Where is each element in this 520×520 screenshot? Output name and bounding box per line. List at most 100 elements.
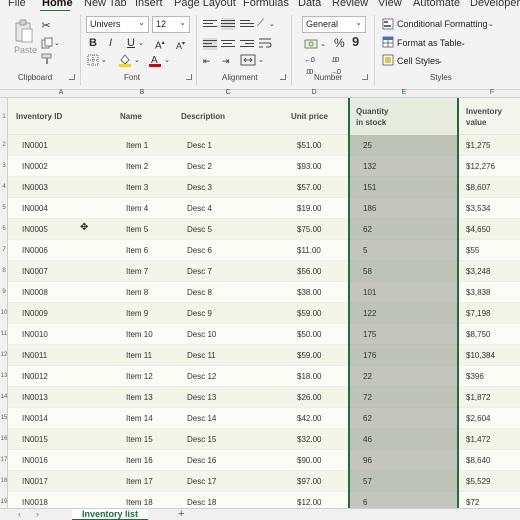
cell-description[interactable]: Desc 6: [187, 246, 212, 255]
cell-inventory-id[interactable]: IN0005: [22, 225, 48, 234]
cell-description[interactable]: Desc 15: [187, 435, 216, 444]
cell-quantity[interactable]: 62: [363, 414, 372, 423]
cell-unit-price[interactable]: $38.00: [297, 288, 321, 297]
row-header[interactable]: 2: [0, 142, 8, 148]
copy-icon[interactable]: [41, 37, 53, 49]
row-header[interactable]: 7: [0, 247, 8, 253]
row-header[interactable]: 14: [0, 394, 8, 400]
alignment-launcher-icon[interactable]: [280, 74, 286, 80]
clipboard-launcher-icon[interactable]: [69, 74, 75, 80]
cell-name[interactable]: Item 13: [126, 393, 153, 402]
cell-inventory-value[interactable]: $3,534: [466, 204, 490, 213]
cell-inventory-id[interactable]: IN0009: [22, 309, 48, 318]
cell-quantity[interactable]: 176: [363, 351, 376, 360]
cell-unit-price[interactable]: $93.00: [297, 162, 321, 171]
cell-name[interactable]: Item 12: [126, 372, 153, 381]
chevron-down-icon[interactable]: ⌄: [54, 38, 60, 50]
cell-inventory-id[interactable]: IN0016: [22, 456, 48, 465]
cell-name[interactable]: Item 5: [126, 225, 148, 234]
header-inventory-value-line1[interactable]: Inventory: [466, 107, 502, 117]
cell-inventory-value[interactable]: $3,248: [466, 267, 490, 276]
cell-description[interactable]: Desc 18: [187, 498, 216, 507]
decrease-indent-icon[interactable]: ⇤: [203, 55, 211, 67]
align-center-icon[interactable]: [221, 38, 235, 50]
cell-inventory-value[interactable]: $10,384: [466, 351, 495, 360]
fill-color-icon[interactable]: [118, 53, 132, 67]
row-header[interactable]: 11: [0, 331, 8, 337]
cell-unit-price[interactable]: $57.00: [297, 183, 321, 192]
underline-button[interactable]: U: [127, 37, 135, 49]
cell-name[interactable]: Item 8: [126, 288, 148, 297]
cell-quantity[interactable]: 151: [363, 183, 376, 192]
cell-inventory-value[interactable]: $3,838: [466, 288, 490, 297]
font-launcher-icon[interactable]: [186, 74, 192, 80]
cell-description[interactable]: Desc 4: [187, 204, 212, 213]
tab-developer[interactable]: Developer: [470, 0, 520, 9]
chevron-down-icon[interactable]: ⌄: [138, 38, 144, 50]
cell-name[interactable]: Item 14: [126, 414, 153, 423]
cell-quantity[interactable]: 62: [363, 225, 372, 234]
tab-page-layout[interactable]: Page Layout: [174, 0, 236, 9]
cell-description[interactable]: Desc 10: [187, 330, 216, 339]
cell-inventory-id[interactable]: IN0006: [22, 246, 48, 255]
cell-quantity[interactable]: 96: [363, 456, 372, 465]
cell-inventory-value[interactable]: $1,472: [466, 435, 490, 444]
cell-quantity[interactable]: 175: [363, 330, 376, 339]
cell-inventory-value[interactable]: $1,275: [466, 141, 490, 150]
number-format-dropdown[interactable]: General ⌄: [302, 16, 366, 33]
cell-description[interactable]: Desc 5: [187, 225, 212, 234]
cell-inventory-value[interactable]: $4,650: [466, 225, 490, 234]
tab-new-tab[interactable]: New Tab: [84, 0, 127, 9]
align-left-icon[interactable]: [203, 38, 217, 50]
row-header[interactable]: 8: [0, 268, 8, 274]
cell-quantity[interactable]: 72: [363, 393, 372, 402]
tab-file[interactable]: File: [8, 0, 26, 9]
tab-formulas[interactable]: Formulas: [243, 0, 289, 9]
cell-quantity[interactable]: 186: [363, 204, 376, 213]
cell-unit-price[interactable]: $56.00: [297, 267, 321, 276]
header-description[interactable]: Description: [181, 112, 225, 122]
header-inventory-value-line2[interactable]: value: [466, 118, 486, 128]
column-header-e[interactable]: E: [398, 89, 410, 96]
cell-inventory-value[interactable]: $8,750: [466, 330, 490, 339]
header-quantity-cell[interactable]: Quantity in stock: [348, 98, 459, 135]
cell-quantity[interactable]: 46: [363, 435, 372, 444]
chevron-down-icon[interactable]: ⌄: [101, 55, 107, 67]
increase-font-icon[interactable]: A▴: [155, 37, 165, 52]
decrease-font-icon[interactable]: A▾: [176, 38, 185, 52]
cell-quantity[interactable]: 25: [363, 141, 372, 150]
cell-unit-price[interactable]: $50.00: [297, 330, 321, 339]
chevron-down-icon[interactable]: ⌄: [164, 55, 170, 67]
row-header[interactable]: 10: [0, 310, 8, 316]
worksheet-grid[interactable]: Inventory ID Name Description Unit price…: [8, 98, 520, 508]
cell-inventory-id[interactable]: IN0010: [22, 330, 48, 339]
tab-review[interactable]: Review: [332, 0, 368, 9]
align-right-icon[interactable]: [240, 38, 254, 50]
cell-inventory-value[interactable]: $72: [466, 498, 479, 507]
tab-view[interactable]: View: [378, 0, 402, 9]
scroll-sheets-left-icon[interactable]: ‹: [18, 509, 21, 519]
chevron-down-icon[interactable]: ⌄: [269, 19, 275, 31]
cell-name[interactable]: Item 18: [126, 498, 153, 507]
font-size-dropdown[interactable]: 12 ⌄: [152, 16, 190, 33]
comma-style-button[interactable]: 9: [352, 35, 359, 48]
cell-unit-price[interactable]: $42.00: [297, 414, 321, 423]
italic-button[interactable]: I: [109, 37, 112, 49]
tab-home[interactable]: Home: [42, 0, 73, 9]
format-painter-icon[interactable]: [41, 53, 53, 65]
cell-inventory-id[interactable]: IN0013: [22, 393, 48, 402]
add-sheet-button[interactable]: +: [178, 508, 184, 520]
cell-inventory-value[interactable]: $8,640: [466, 456, 490, 465]
number-launcher-icon[interactable]: [362, 74, 368, 80]
cell-description[interactable]: Desc 17: [187, 477, 216, 486]
cell-unit-price[interactable]: $32.00: [297, 435, 321, 444]
cell-quantity[interactable]: 58: [363, 267, 372, 276]
cell-inventory-id[interactable]: IN0008: [22, 288, 48, 297]
cell-inventory-id[interactable]: IN0002: [22, 162, 48, 171]
row-header[interactable]: 12: [0, 352, 8, 358]
cell-name[interactable]: Item 7: [126, 267, 148, 276]
cell-quantity[interactable]: 6: [363, 498, 367, 507]
cell-inventory-id[interactable]: IN0011: [22, 351, 47, 360]
tab-automate[interactable]: Automate: [413, 0, 460, 9]
cell-description[interactable]: Desc 14: [187, 414, 216, 423]
